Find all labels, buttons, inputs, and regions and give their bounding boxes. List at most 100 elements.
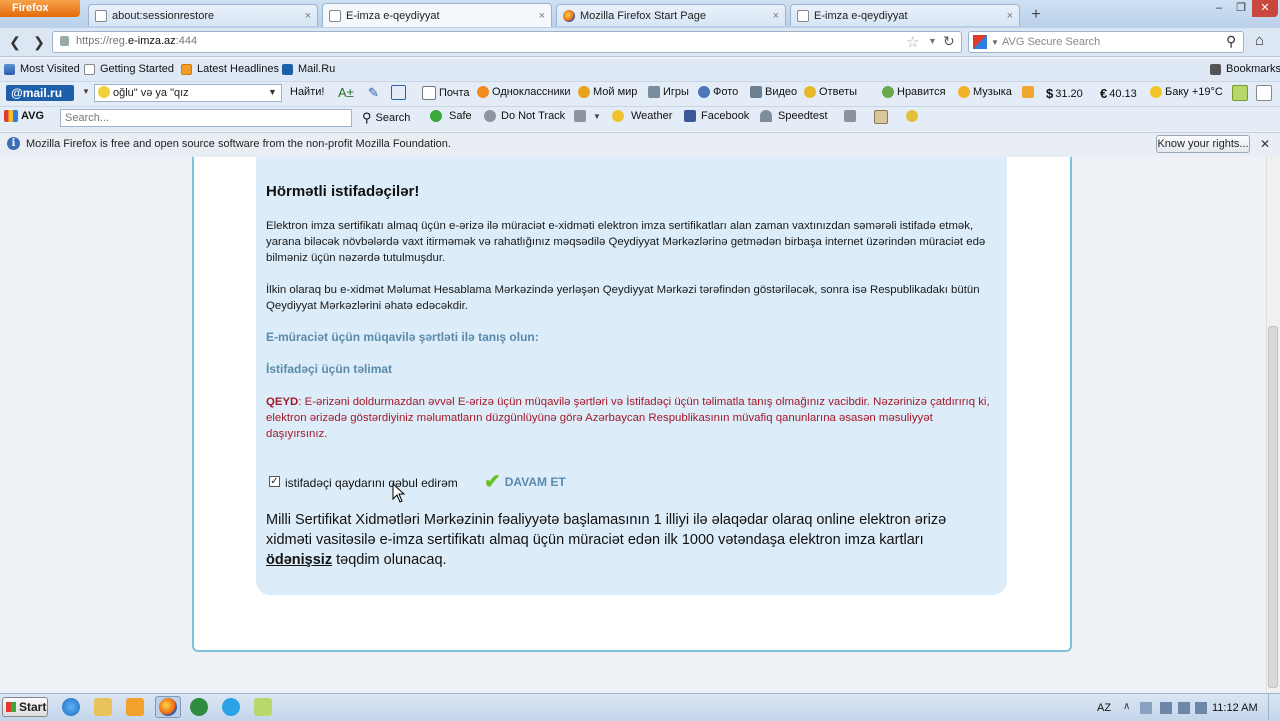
mailru-logo[interactable]: @mail.ru [6,85,74,101]
bookmarks-menu-button[interactable]: Bookmarks [1210,63,1280,75]
mailru-find-button[interactable]: Найти! [290,86,324,98]
search-placeholder: AVG Secure Search [1002,36,1101,48]
avg-logo[interactable]: AVG [4,110,44,122]
new-tab-button[interactable]: + [1024,5,1048,25]
show-desktop-button[interactable] [1268,694,1280,720]
forward-icon[interactable]: ❯ [30,33,48,51]
mailru-options[interactable] [1256,85,1275,101]
contract-terms-link[interactable]: E-müraciət üçün müqavilə şərtləti ilə ta… [266,330,539,344]
folder-icon[interactable] [94,698,112,716]
note-paragraph: QEYD: E-ərizəni doldurmazdan əvvəl E-əri… [266,396,990,440]
smiley-icon [98,86,110,98]
media-player-icon[interactable] [126,698,144,716]
avg-safe[interactable]: Safe [430,110,472,122]
avg-search-input[interactable]: Search... [60,109,352,127]
language-indicator[interactable]: AZ [1097,702,1111,714]
pen-icon[interactable]: ✎ [368,85,379,101]
avg-trash[interactable]: ▼ [574,110,601,122]
close-tab-icon[interactable]: × [1007,10,1013,22]
mailru-video[interactable]: Видео [750,86,797,98]
search-icon[interactable]: ⚲ [1226,33,1236,50]
restore-icon[interactable]: ❐ [1230,0,1252,17]
mailru-likes[interactable]: Нравится [882,86,946,98]
network-icon[interactable] [1160,702,1172,714]
mailru-search-dropdown-icon[interactable]: ▼ [268,87,277,97]
mailru-mail[interactable]: Почта [422,86,470,100]
checkmark-icon: ✔ [484,471,501,493]
accept-rules-label[interactable]: istifadəçi qaydarını qəbul edirəm [285,476,458,490]
avg-facebook[interactable]: Facebook [684,110,749,122]
dollar-icon: $ [1046,86,1054,101]
mailru-games[interactable]: Игры [648,86,689,98]
clock[interactable]: 11:12 AM [1212,702,1258,714]
tab-e-imza-active[interactable]: E-imza e-qeydiyyat × [322,3,552,27]
url-dropdown-icon[interactable]: ▼ [928,36,937,46]
site-identity-icon[interactable] [60,36,69,46]
reload-icon[interactable]: ↻ [943,33,955,50]
bookmark-getting-started[interactable]: Getting Started [84,63,174,75]
rss-icon [181,63,192,75]
window-close-icon[interactable]: ✕ [1252,0,1278,17]
tab-sessionrestore[interactable]: about:sessionrestore × [88,4,318,26]
mailru-search-input[interactable]: oğlu" və ya "qız [94,84,282,102]
scrollbar-thumb[interactable] [1268,326,1278,688]
avg-settings[interactable] [906,110,921,122]
mailru-answers[interactable]: Ответы [804,86,857,98]
back-icon[interactable]: ❮ [6,33,24,51]
mailru-odnoklassniki[interactable]: Одноклассники [477,86,571,98]
home-icon[interactable]: ⌂ [1255,32,1264,49]
blank-page-icon [797,9,809,22]
shield-check-icon [430,110,442,122]
mailru-dropdown-icon[interactable]: ▼ [82,87,90,96]
windows-logo-icon [6,702,16,712]
continue-button[interactable]: ✔ DAVAM ET [484,471,566,493]
avg-speedtest[interactable]: Speedtest [760,110,828,122]
mailru-icon [282,63,293,75]
volume-icon[interactable] [1195,702,1207,714]
skype-icon[interactable] [222,698,240,716]
close-icon[interactable]: ✕ [1260,137,1270,151]
avg-calc[interactable] [844,110,859,122]
mailru-moy-mir[interactable]: Мой мир [578,86,637,98]
bookmark-star-icon[interactable]: ☆ [906,33,919,51]
tray-icon-2[interactable] [1178,702,1190,714]
tab-firefox-start[interactable]: Mozilla Firefox Start Page × [556,4,786,26]
eur-rate[interactable]: €40.13 [1100,86,1137,101]
weather-widget[interactable]: Баку +19°C [1150,86,1223,98]
close-tab-icon[interactable]: × [539,10,545,22]
close-tab-icon[interactable]: × [305,10,311,22]
avg-search-engine-icon[interactable] [973,35,987,49]
avg-notes[interactable] [874,110,891,124]
calculator-icon [844,110,856,122]
bookmark-mailru[interactable]: Mail.Ru [282,63,335,75]
weather-icon [612,110,624,122]
app-icon[interactable] [254,698,272,716]
firefox-menu-button[interactable]: Firefox [0,0,80,17]
mailru-extra[interactable] [1022,86,1037,98]
green-app-icon[interactable] [190,698,208,716]
bookmark-latest-headlines[interactable]: Latest Headlines [181,63,279,75]
tray-icon[interactable] [1140,702,1152,714]
bookmark-most-visited[interactable]: Most Visited [4,63,80,75]
facebook-icon [684,110,696,122]
tray-expand-icon[interactable]: ∧ [1123,701,1130,712]
mailru-grid[interactable] [1232,85,1251,101]
engine-dropdown-icon[interactable]: ▼ [991,38,999,47]
user-guide-link[interactable]: İstifadəçi üçün təlimat [266,362,392,376]
screenshot-icon[interactable] [391,85,406,100]
internet-explorer-icon[interactable] [62,698,80,716]
close-tab-icon[interactable]: × [773,10,779,22]
tab-e-imza-2[interactable]: E-imza e-qeydiyyat × [790,4,1020,26]
like-icon [882,86,894,98]
mailru-photo[interactable]: Фото [698,86,738,98]
know-your-rights-button[interactable]: Know your rights... [1156,135,1250,153]
font-size-icon[interactable]: A± [338,85,354,100]
usd-rate[interactable]: $31.20 [1046,86,1083,101]
avg-do-not-track[interactable]: Do Not Track [484,110,565,122]
magnifier-icon: ⚲ [362,110,372,125]
mailru-music[interactable]: Музыка [958,86,1012,98]
accept-rules-checkbox[interactable]: ✓ [269,476,280,487]
avg-search-button[interactable]: ⚲ Search [362,110,410,126]
avg-weather[interactable]: Weather [612,110,672,122]
minimize-icon[interactable]: – [1208,0,1230,17]
